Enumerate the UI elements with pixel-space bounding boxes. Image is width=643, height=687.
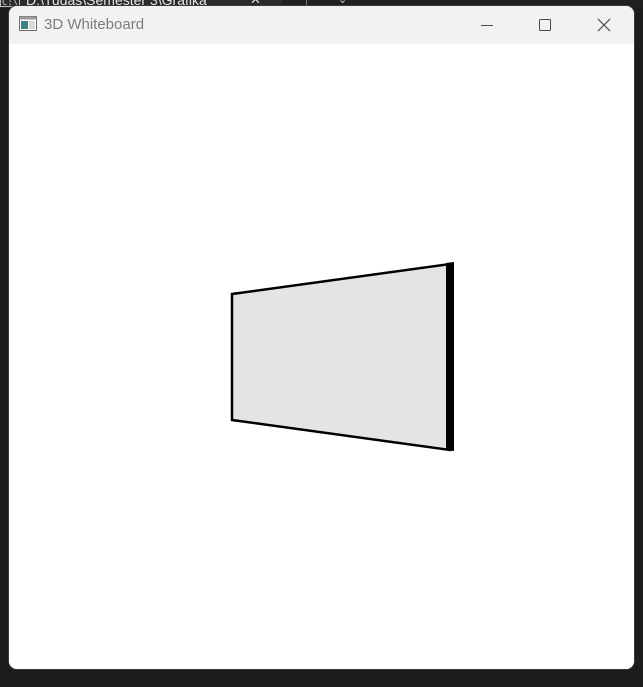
render-canvas[interactable] <box>9 44 634 669</box>
app-window-icon <box>19 16 37 31</box>
title-bar[interactable]: 3D Whiteboard <box>9 6 634 44</box>
whiteboard-edge <box>446 262 454 451</box>
maximize-button[interactable] <box>516 6 574 44</box>
minimize-icon <box>481 25 493 26</box>
whiteboard-face <box>230 262 452 452</box>
whiteboard-panel[interactable] <box>230 262 454 452</box>
minimize-button[interactable] <box>458 6 516 44</box>
app-window: 3D Whiteboard <box>9 6 634 669</box>
scene-viewport <box>230 262 454 452</box>
close-icon <box>597 18 611 32</box>
window-title: 3D Whiteboard <box>44 16 145 33</box>
maximize-icon <box>539 19 551 31</box>
close-button[interactable] <box>574 6 634 44</box>
